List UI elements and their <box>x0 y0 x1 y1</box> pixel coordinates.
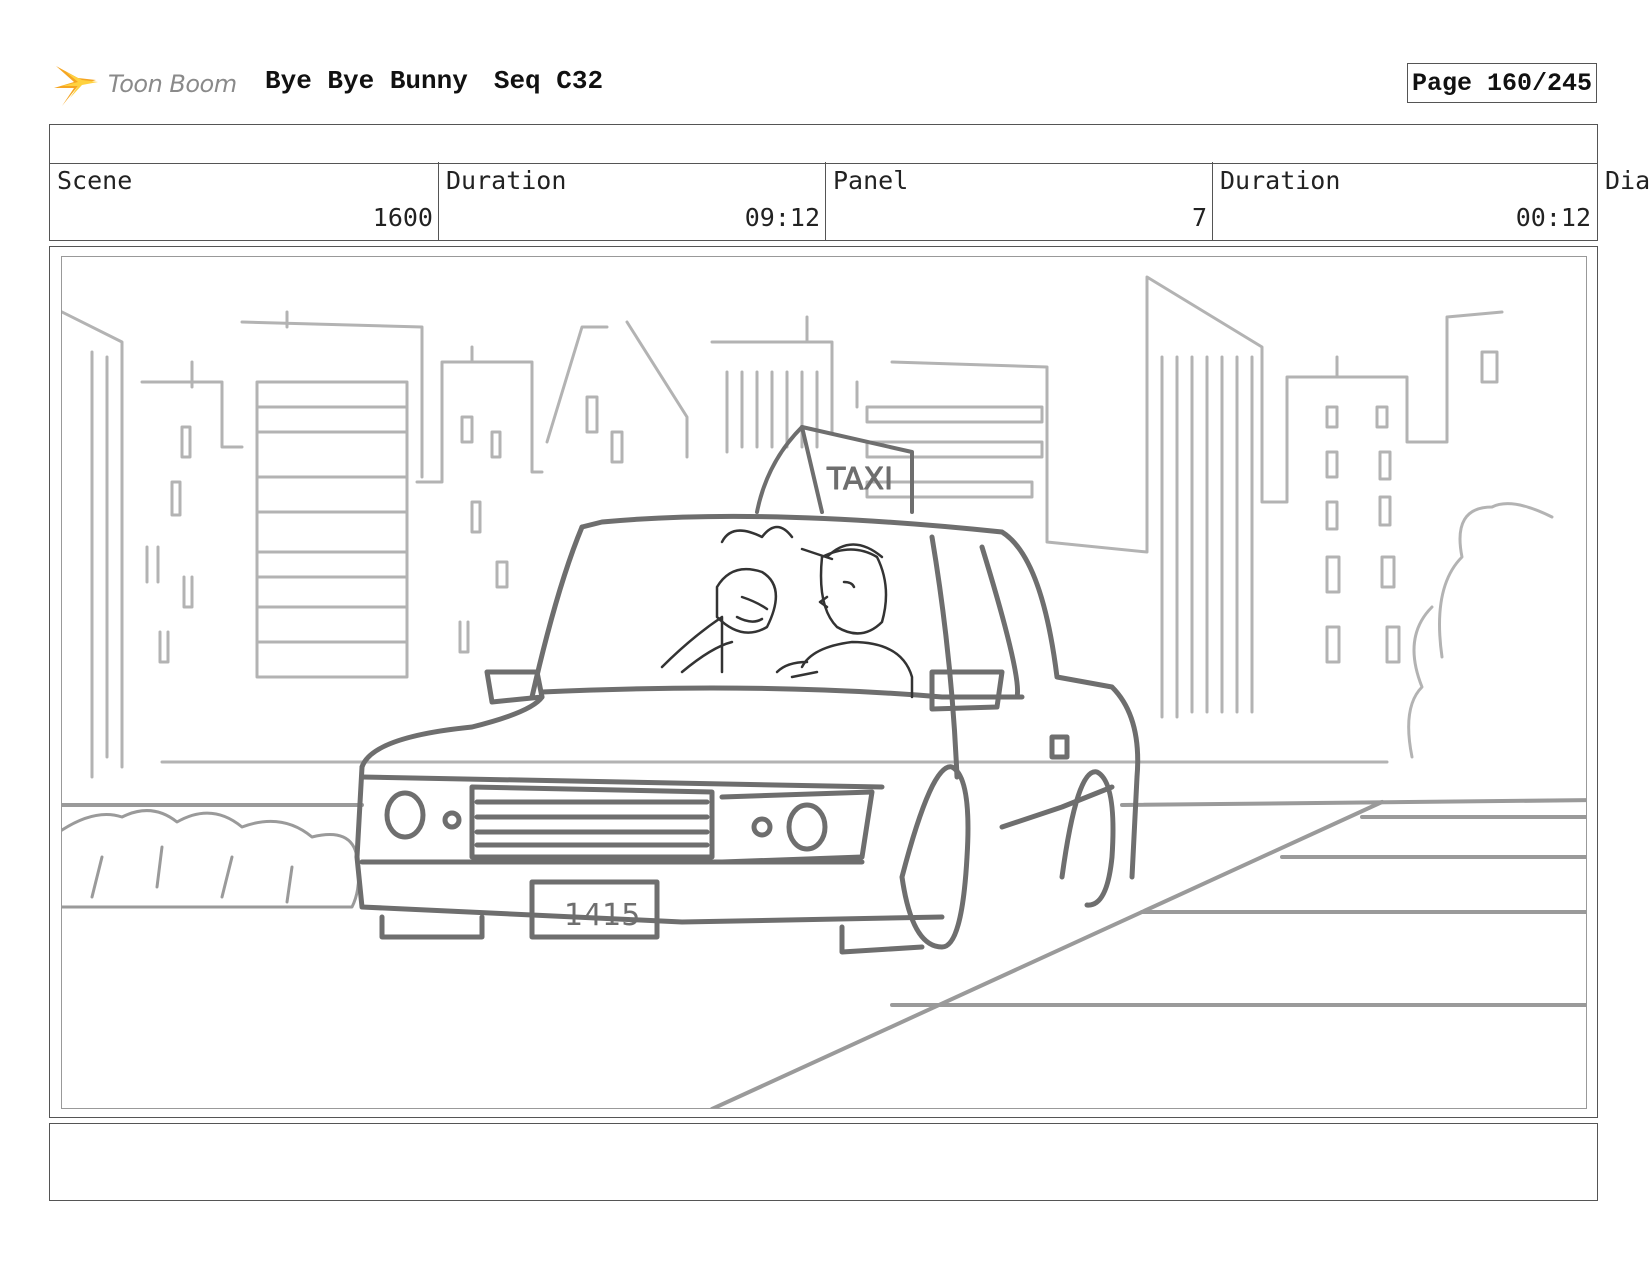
scene-duration-value: 09:12 <box>744 203 820 232</box>
dialogue-label-truncated: Dia <box>1605 166 1650 195</box>
header-blank-row <box>49 124 1598 164</box>
taxi-roof-sign: TAXI <box>755 425 914 514</box>
document-title: Bye Bye Bunny Seq C32 <box>265 66 603 96</box>
scene-duration-cell: Duration 09:12 <box>438 162 825 240</box>
scene-number: 1600 <box>372 203 433 232</box>
panel-duration-cell: Duration 00:12 <box>1212 162 1596 240</box>
project-title: Bye Bye Bunny <box>265 66 468 96</box>
city-background <box>62 275 1554 779</box>
page-indicator: Page 160/245 <box>1407 63 1597 103</box>
scene-cell: Scene 1600 <box>50 162 438 240</box>
panel-cell: Panel 7 <box>825 162 1212 240</box>
sequence-label: Seq C32 <box>493 66 604 96</box>
toon-boom-logo: Toon Boom <box>52 58 252 112</box>
panel-label: Panel <box>833 166 909 195</box>
taxi-sign-text: TAXI <box>826 462 893 497</box>
characters <box>660 525 914 699</box>
panel-duration-label: Duration <box>1220 166 1341 195</box>
panel-duration-value: 00:12 <box>1515 203 1591 232</box>
bushes <box>62 809 361 909</box>
license-plate-text: 1415 <box>564 898 640 933</box>
logo-text: Toon Boom <box>108 70 237 98</box>
scene-label: Scene <box>57 166 133 195</box>
panel-image-frame: TAXI 1415 <box>61 256 1587 1109</box>
panel-number: 7 <box>1191 203 1207 232</box>
street <box>62 798 1586 1108</box>
sketch-drawing: TAXI 1415 <box>62 275 1586 1108</box>
scene-duration-label: Duration <box>446 166 567 195</box>
taxi-car <box>354 513 1141 955</box>
star-burst-icon <box>54 66 98 106</box>
scene-info-row: Scene 1600 Duration 09:12 Panel 7 Durati… <box>49 162 1598 241</box>
panel-notes-box <box>49 1123 1598 1201</box>
storyboard-panel: TAXI 1415 <box>49 246 1598 1118</box>
